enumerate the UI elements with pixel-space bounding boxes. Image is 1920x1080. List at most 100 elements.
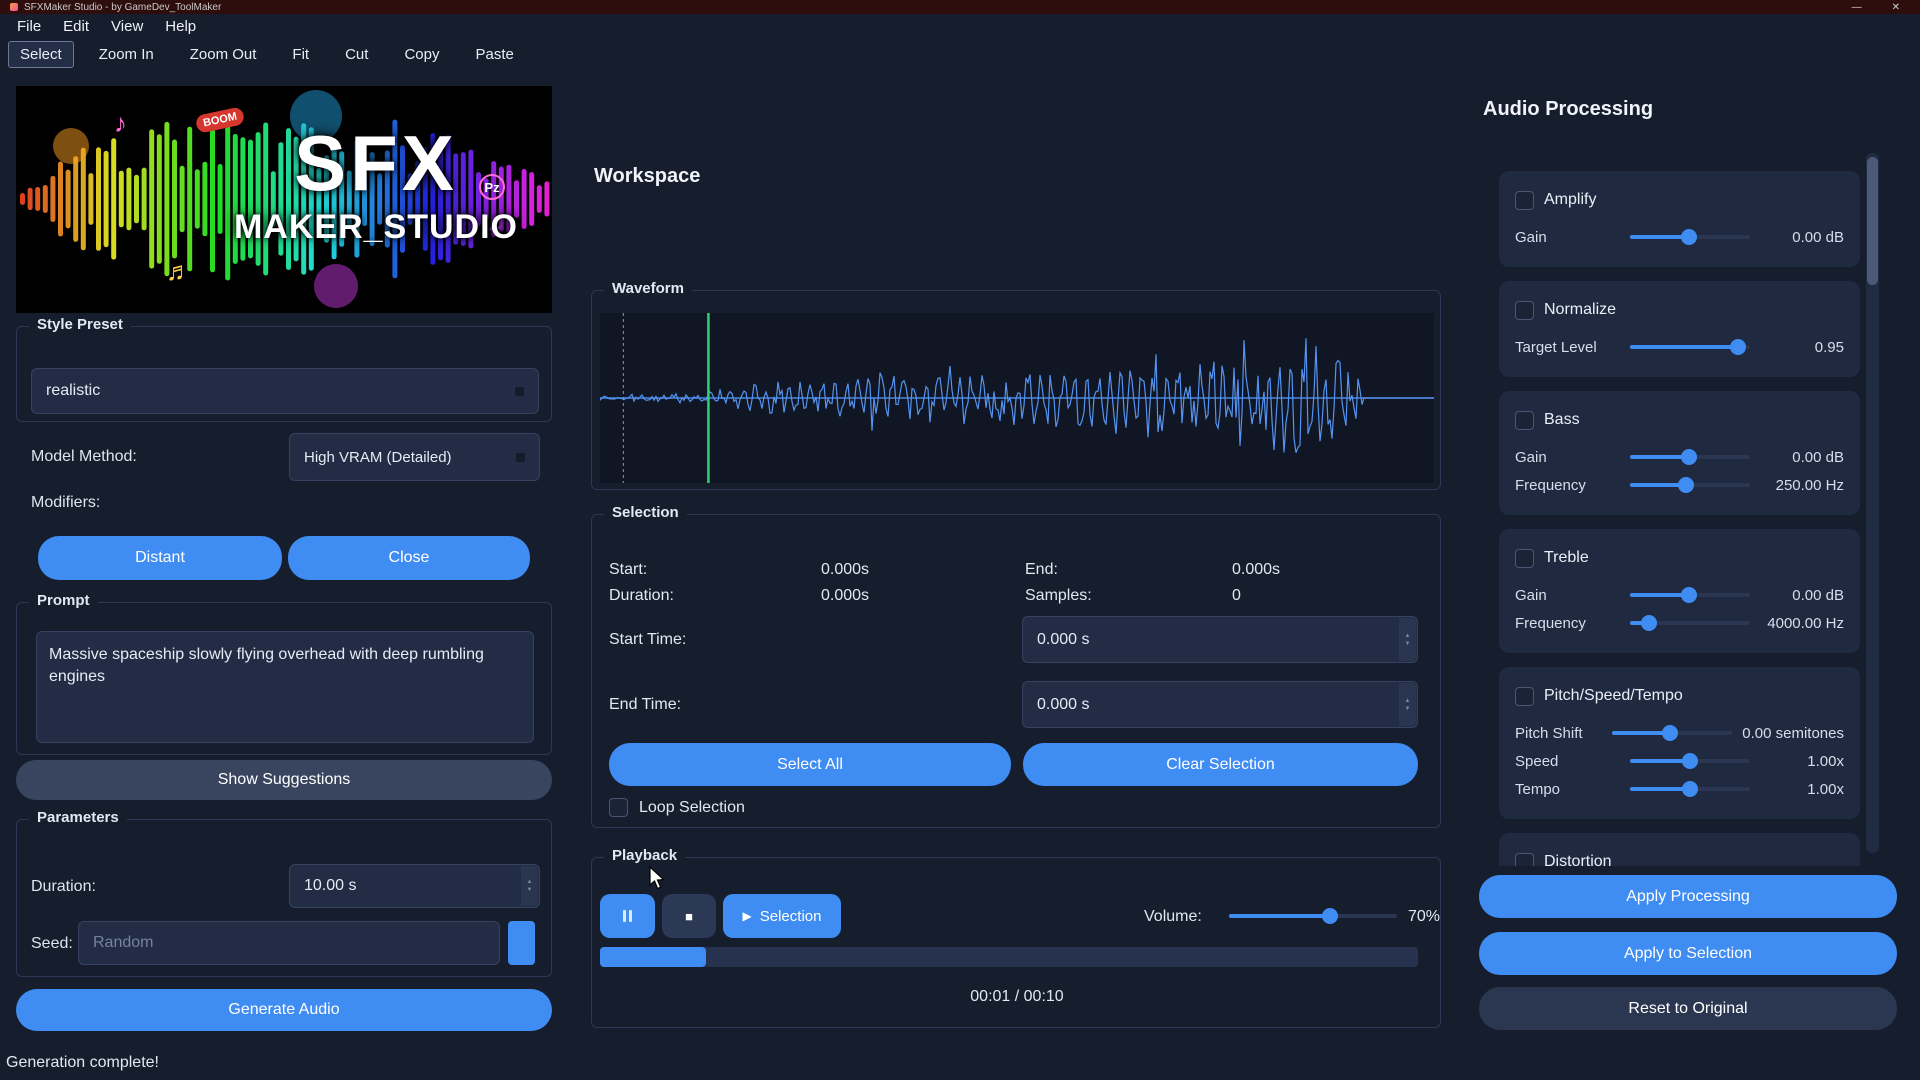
loop-selection-checkbox[interactable]	[609, 798, 628, 817]
model-method-combo[interactable]: High VRAM (Detailed)	[289, 433, 540, 481]
slider-handle[interactable]	[1682, 781, 1698, 797]
tool-copy[interactable]: Copy	[393, 42, 450, 67]
start-time-label: Start Time:	[609, 631, 686, 649]
effect-checkbox[interactable]	[1515, 853, 1534, 867]
pause-icon	[623, 910, 632, 922]
effect-checkbox[interactable]	[1515, 549, 1534, 568]
tool-zoom-out[interactable]: Zoom Out	[179, 42, 268, 67]
slider-fill	[1630, 455, 1689, 459]
spinner-arrows[interactable]: ▲▼	[521, 866, 538, 906]
param-label: Gain	[1515, 449, 1630, 466]
clear-selection-button[interactable]: Clear Selection	[1023, 743, 1418, 786]
slider-handle[interactable]	[1681, 587, 1697, 603]
slider-handle[interactable]	[1678, 477, 1694, 493]
param-value: 4000.00 Hz	[1760, 615, 1844, 632]
style-preset-combo[interactable]: realistic	[31, 368, 539, 414]
effect-checkbox[interactable]	[1515, 411, 1534, 430]
effect-checkbox[interactable]	[1515, 191, 1534, 210]
modifier-distant-button[interactable]: Distant	[38, 536, 282, 580]
playback-progress-bar[interactable]	[600, 947, 1418, 967]
volume-slider[interactable]	[1229, 908, 1397, 924]
slider-handle[interactable]	[1641, 615, 1657, 631]
minimize-button[interactable]: —	[1852, 2, 1862, 13]
logo-pz-badge: Pz	[479, 174, 505, 200]
seed-value[interactable]	[93, 934, 485, 952]
duration-label: Duration:	[31, 878, 96, 896]
playback-progress-chunk	[600, 947, 706, 967]
modifier-close-button[interactable]: Close	[288, 536, 530, 580]
spinner-arrows[interactable]: ▲▼	[1399, 618, 1416, 661]
param-slider[interactable]	[1612, 725, 1732, 741]
effect-header: Amplify	[1515, 187, 1844, 213]
duration-value[interactable]	[304, 877, 525, 895]
close-button[interactable]: ✕	[1892, 2, 1900, 13]
end-time-input[interactable]: ▲▼	[1022, 681, 1418, 728]
waveform-display[interactable]	[600, 313, 1434, 483]
param-label: Tempo	[1515, 781, 1630, 798]
param-value: 0.00 semitones	[1742, 725, 1844, 742]
param-slider[interactable]	[1630, 477, 1750, 493]
effect-name: Distortion	[1544, 853, 1612, 866]
start-value: 0.000s	[821, 561, 869, 579]
show-suggestions-button[interactable]: Show Suggestions	[16, 760, 552, 800]
slider-handle[interactable]	[1682, 753, 1698, 769]
tool-zoom-in[interactable]: Zoom In	[88, 42, 165, 67]
tool-cut[interactable]: Cut	[334, 42, 379, 67]
tool-paste[interactable]: Paste	[464, 42, 524, 67]
effects-scrollbar[interactable]	[1866, 153, 1879, 853]
stop-button[interactable]: ■	[662, 894, 716, 938]
slider-handle[interactable]	[1681, 449, 1697, 465]
spinner-arrows[interactable]: ▲▼	[1399, 683, 1416, 726]
param-slider[interactable]	[1630, 229, 1750, 245]
slider-handle[interactable]	[1662, 725, 1678, 741]
effect-param-row: Gain0.00 dB	[1515, 581, 1844, 609]
titlebar: SFXMaker Studio - by GameDev_ToolMaker —…	[0, 0, 1920, 14]
play-selection-button[interactable]: ▶ Selection	[723, 894, 841, 938]
tool-select[interactable]: Select	[8, 41, 74, 68]
end-time-value[interactable]	[1037, 696, 1403, 714]
waveform-svg	[600, 313, 1434, 483]
seed-random-button[interactable]	[508, 921, 535, 965]
param-slider[interactable]	[1630, 615, 1750, 631]
seed-input[interactable]	[78, 921, 500, 965]
loop-selection-label: Loop Selection	[639, 799, 745, 817]
prompt-title: Prompt	[29, 592, 98, 609]
menu-edit[interactable]: Edit	[52, 16, 100, 37]
effect-card-pitch-speed-tempo: Pitch/Speed/TempoPitch Shift0.00 semiton…	[1499, 667, 1860, 819]
start-time-input[interactable]: ▲▼	[1022, 616, 1418, 663]
end-value: 0.000s	[1232, 561, 1280, 579]
reset-to-original-button[interactable]: Reset to Original	[1479, 987, 1897, 1030]
menu-file[interactable]: File	[6, 16, 52, 37]
slider-handle[interactable]	[1681, 229, 1697, 245]
param-slider[interactable]	[1630, 339, 1750, 355]
music-note-icon: ♪	[114, 108, 127, 139]
slider-handle[interactable]	[1730, 339, 1746, 355]
scrollbar-thumb[interactable]	[1867, 157, 1878, 285]
select-all-button[interactable]: Select All	[609, 743, 1011, 786]
duration-input[interactable]: ▲▼	[289, 864, 540, 908]
param-slider[interactable]	[1630, 781, 1750, 797]
param-slider[interactable]	[1630, 753, 1750, 769]
param-slider[interactable]	[1630, 449, 1750, 465]
param-slider[interactable]	[1630, 587, 1750, 603]
generate-audio-button[interactable]: Generate Audio	[16, 989, 552, 1031]
effect-param-row: Gain0.00 dB	[1515, 443, 1844, 471]
apply-processing-button[interactable]: Apply Processing	[1479, 875, 1897, 918]
prompt-textarea[interactable]: Massive spaceship slowly flying overhead…	[36, 631, 534, 743]
playback-time: 00:01 / 00:10	[592, 988, 1442, 1006]
seed-label: Seed:	[31, 935, 73, 953]
start-time-value[interactable]	[1037, 631, 1403, 649]
pause-button[interactable]	[600, 894, 655, 938]
apply-to-selection-button[interactable]: Apply to Selection	[1479, 932, 1897, 975]
menu-help[interactable]: Help	[154, 16, 207, 37]
style-preset-title: Style Preset	[29, 316, 131, 333]
effect-checkbox[interactable]	[1515, 301, 1534, 320]
menu-view[interactable]: View	[100, 16, 154, 37]
slider-handle[interactable]	[1322, 908, 1338, 924]
selection-group: Selection Start: 0.000s End: 0.000s Dura…	[591, 514, 1441, 828]
tool-fit[interactable]: Fit	[281, 42, 320, 67]
mouse-cursor	[649, 866, 669, 892]
slider-fill	[1630, 759, 1690, 763]
effect-checkbox[interactable]	[1515, 687, 1534, 706]
slider-fill	[1229, 914, 1330, 918]
